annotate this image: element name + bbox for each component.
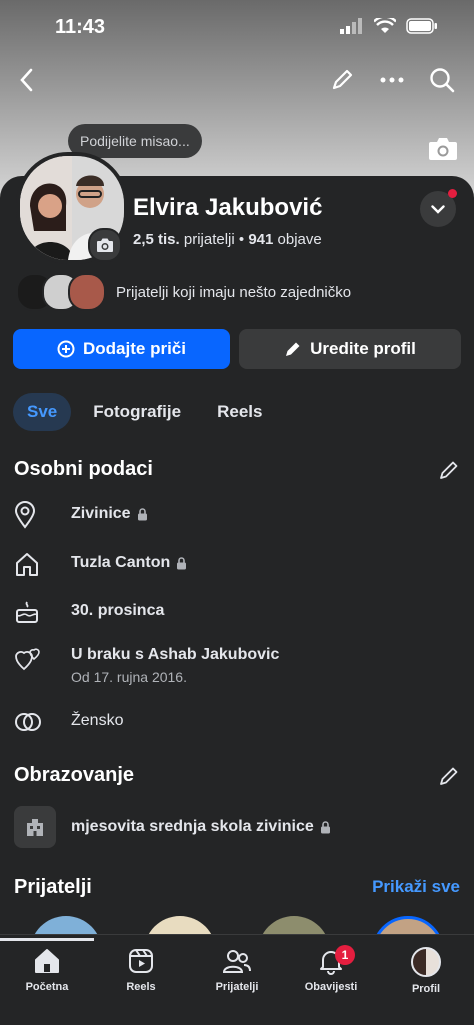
nav-profile-label: Profil xyxy=(411,983,441,995)
profile-tabs: Sve Fotografije Reels xyxy=(13,392,284,432)
nav-home-label: Početna xyxy=(25,981,69,993)
relationship-since: Od 17. rujna 2016. xyxy=(71,669,187,685)
relationship-icon xyxy=(15,648,40,671)
school-building-icon xyxy=(27,819,43,836)
info-row-hometown: Tuzla Canton xyxy=(14,549,187,579)
nav-profile[interactable]: Profil xyxy=(386,947,466,995)
more-dots-icon xyxy=(380,77,404,83)
info-row-birthday: 30. prosinca xyxy=(14,597,164,627)
more-options-button[interactable] xyxy=(372,60,412,100)
personal-info-title: Osobni podaci xyxy=(14,458,153,480)
nav-notifications[interactable]: 1 Obavijesti xyxy=(291,945,371,993)
bottom-navigation: Početna Reels Prijatelji 1 Obavijesti Pr… xyxy=(0,934,474,1025)
pencil-icon xyxy=(440,461,458,479)
nav-notifications-label: Obavijesti xyxy=(304,981,358,993)
reels-icon xyxy=(129,949,153,973)
tab-all[interactable]: Sve xyxy=(13,393,72,431)
status-bar: 11:43 xyxy=(0,0,474,56)
gender-text: Žensko xyxy=(71,712,124,729)
home-nav-icon xyxy=(35,949,59,973)
edit-profile-button[interactable]: Uredite profil xyxy=(239,329,461,369)
add-story-label: Dodajte priči xyxy=(83,339,186,358)
wifi-icon xyxy=(374,18,396,33)
edit-avatar-camera-button[interactable] xyxy=(88,228,122,262)
info-row-location: Zivinice xyxy=(14,500,148,530)
search-icon xyxy=(430,68,455,93)
hometown-text: Tuzla Canton xyxy=(71,554,171,571)
friends-label[interactable]: prijatelji xyxy=(184,231,235,248)
edit-profile-label: Uredite profil xyxy=(310,339,416,358)
profile-stats: 2,5 tis. prijatelji • 941 objave xyxy=(133,231,322,248)
status-time: 11:43 xyxy=(55,16,106,38)
plus-circle-icon xyxy=(57,340,75,358)
nav-friends[interactable]: Prijatelji xyxy=(197,947,277,993)
show-all-friends-link[interactable]: Prikaži sve xyxy=(372,877,460,897)
tab-photos[interactable]: Fotografije xyxy=(79,393,195,431)
edit-cover-camera-button[interactable] xyxy=(428,136,458,162)
mutual-friend-avatar xyxy=(68,273,106,311)
nav-home[interactable]: Početna xyxy=(7,947,87,993)
add-story-button[interactable]: Dodajte priči xyxy=(13,329,230,369)
school-name: mjesovita srednja skola zivinice xyxy=(71,818,314,835)
profile-name: Elvira Jakubović xyxy=(133,194,323,221)
birthday-cake-icon xyxy=(16,601,38,623)
pencil-icon xyxy=(440,767,458,785)
status-icons xyxy=(340,18,438,34)
nav-reels[interactable]: Reels xyxy=(101,947,181,993)
signal-icon xyxy=(340,18,362,34)
notification-badge: 1 xyxy=(335,945,355,965)
nav-friends-label: Prijatelji xyxy=(215,981,259,993)
edit-personal-info-button[interactable] xyxy=(438,459,460,481)
tab-reels[interactable]: Reels xyxy=(203,393,276,431)
edit-education-button[interactable] xyxy=(438,765,460,787)
relationship-text: U braku s Ashab Jakubovic xyxy=(71,646,280,663)
profile-avatar-icon xyxy=(411,947,441,977)
info-row-gender: Žensko xyxy=(14,707,123,737)
friends-icon xyxy=(222,950,251,973)
home-icon xyxy=(16,553,38,576)
friends-count[interactable]: 2,5 tis. xyxy=(133,231,180,248)
active-tab-indicator xyxy=(0,938,94,941)
birthday-text: 30. prosinca xyxy=(71,602,165,619)
battery-icon xyxy=(406,18,437,34)
back-button[interactable] xyxy=(6,60,46,100)
edit-pencil-button[interactable] xyxy=(322,60,362,100)
location-text: Zivinice xyxy=(71,505,131,522)
pencil-icon xyxy=(286,342,300,356)
back-arrow-icon xyxy=(20,68,33,92)
camera-icon xyxy=(429,138,457,160)
nav-reels-label: Reels xyxy=(126,981,156,993)
top-bar xyxy=(0,60,474,100)
mutual-friends-text: Prijatelji koji imaju nešto zajedničko xyxy=(116,283,352,301)
mutual-friends-row[interactable]: Prijatelji koji imaju nešto zajedničko xyxy=(16,273,352,311)
friends-title: Prijatelji xyxy=(14,876,92,898)
chevron-down-icon xyxy=(431,204,445,214)
school-icon-box xyxy=(14,806,56,848)
location-icon xyxy=(14,501,36,529)
pencil-icon xyxy=(332,69,353,90)
notification-dot xyxy=(448,189,457,198)
lock-icon xyxy=(137,507,147,520)
gender-icon xyxy=(15,713,41,731)
lock-icon xyxy=(320,820,330,833)
posts-count: 941 xyxy=(248,231,274,248)
posts-label: objave xyxy=(277,231,322,248)
lock-icon xyxy=(177,556,187,569)
education-title: Obrazovanje xyxy=(14,764,135,786)
search-button[interactable] xyxy=(422,60,462,100)
camera-small-icon xyxy=(97,238,113,252)
